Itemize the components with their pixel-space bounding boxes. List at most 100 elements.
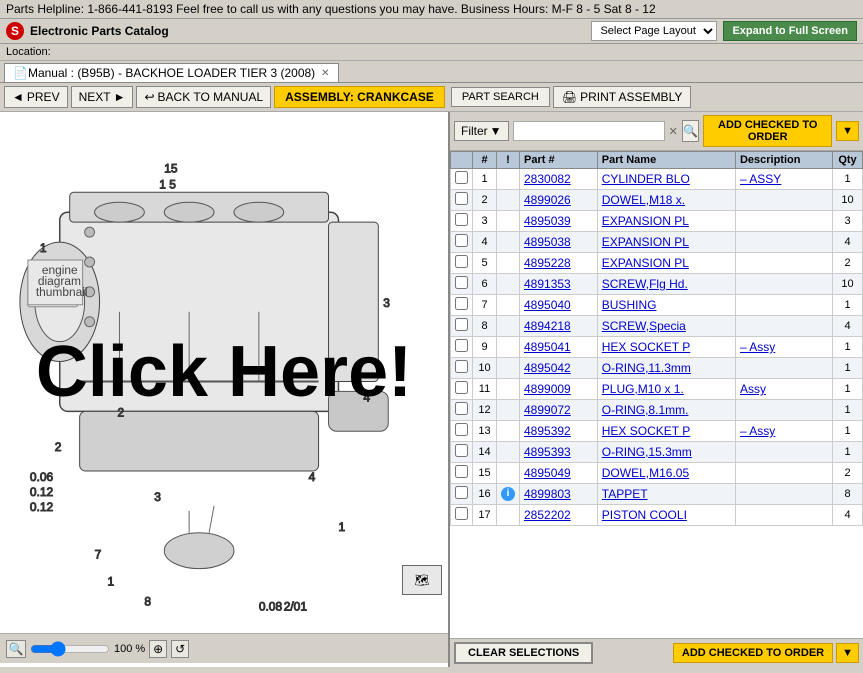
partnum-link[interactable]: 4895038 bbox=[524, 235, 571, 249]
partnum-link[interactable]: 4895393 bbox=[524, 445, 571, 459]
info-icon[interactable]: i bbox=[501, 487, 515, 501]
zoom-in-button[interactable]: ⊕ bbox=[149, 640, 167, 658]
partname-link[interactable]: DOWEL,M16.05 bbox=[602, 466, 689, 480]
row-checkbox-cell[interactable] bbox=[451, 190, 473, 211]
manual-tab[interactable]: 📄 Manual : (B95B) - BACKHOE LOADER TIER … bbox=[4, 63, 339, 82]
row-partnum[interactable]: 4895042 bbox=[520, 358, 598, 379]
row-desc[interactable]: – Assy bbox=[735, 421, 832, 442]
row-partnum[interactable]: 4895228 bbox=[520, 253, 598, 274]
row-desc[interactable]: – ASSY bbox=[735, 169, 832, 190]
partname-link[interactable]: PISTON COOLI bbox=[602, 508, 687, 522]
partname-link[interactable]: O-RING,15.3mm bbox=[602, 445, 692, 459]
partname-link[interactable]: EXPANSION PL bbox=[602, 256, 689, 270]
row-partname[interactable]: O-RING,11.3mm bbox=[597, 358, 735, 379]
partname-link[interactable]: CYLINDER BLO bbox=[602, 172, 690, 186]
row-partnum[interactable]: 4891353 bbox=[520, 274, 598, 295]
row-checkbox[interactable] bbox=[455, 381, 468, 394]
row-partnum[interactable]: 2830082 bbox=[520, 169, 598, 190]
row-partnum[interactable]: 4895049 bbox=[520, 463, 598, 484]
row-checkbox-cell[interactable] bbox=[451, 232, 473, 253]
row-partname[interactable]: SCREW,Specia bbox=[597, 316, 735, 337]
partname-link[interactable]: DOWEL,M18 x. bbox=[602, 193, 685, 207]
row-partname[interactable]: TAPPET bbox=[597, 484, 735, 505]
row-partnum[interactable]: 4899803 bbox=[520, 484, 598, 505]
clear-selections-button[interactable]: CLEAR SELECTIONS bbox=[454, 642, 593, 664]
row-checkbox-cell[interactable] bbox=[451, 253, 473, 274]
partnum-link[interactable]: 4895039 bbox=[524, 214, 571, 228]
partname-link[interactable]: HEX SOCKET P bbox=[602, 340, 690, 354]
row-partnum[interactable]: 4899009 bbox=[520, 379, 598, 400]
partnum-link[interactable]: 4895040 bbox=[524, 298, 571, 312]
row-partname[interactable]: HEX SOCKET P bbox=[597, 337, 735, 358]
partnum-link[interactable]: 4895042 bbox=[524, 361, 571, 375]
row-checkbox[interactable] bbox=[455, 255, 468, 268]
row-partname[interactable]: EXPANSION PL bbox=[597, 253, 735, 274]
row-checkbox[interactable] bbox=[455, 213, 468, 226]
row-partnum[interactable]: 4895040 bbox=[520, 295, 598, 316]
row-checkbox-cell[interactable] bbox=[451, 379, 473, 400]
expand-button[interactable]: Expand to Full Screen bbox=[723, 21, 857, 41]
row-checkbox-cell[interactable] bbox=[451, 442, 473, 463]
partnum-link[interactable]: 4895041 bbox=[524, 340, 571, 354]
next-button[interactable]: NEXT ► bbox=[71, 86, 134, 108]
partnum-link[interactable]: 2830082 bbox=[524, 172, 571, 186]
row-partname[interactable]: DOWEL,M16.05 bbox=[597, 463, 735, 484]
filter-input[interactable] bbox=[513, 121, 665, 141]
layout-select[interactable]: Select Page Layout bbox=[591, 21, 717, 41]
partnum-link[interactable]: 4895392 bbox=[524, 424, 571, 438]
row-checkbox-cell[interactable] bbox=[451, 358, 473, 379]
row-partnum[interactable]: 4895392 bbox=[520, 421, 598, 442]
part-desc-link[interactable]: Assy bbox=[740, 382, 766, 396]
zoom-reset-button[interactable]: ↺ bbox=[171, 640, 189, 658]
filter-button[interactable]: Filter ▼ bbox=[454, 121, 509, 141]
row-checkbox[interactable] bbox=[455, 360, 468, 373]
add-to-order-button[interactable]: ADD CHECKED TO ORDER bbox=[703, 115, 832, 147]
row-checkbox[interactable] bbox=[455, 318, 468, 331]
print-assembly-button[interactable]: 🖨 PRINT ASSEMBLY bbox=[553, 86, 692, 108]
zoom-out-button[interactable]: 🔍 bbox=[6, 640, 26, 658]
partname-link[interactable]: SCREW,Specia bbox=[602, 319, 686, 333]
row-desc[interactable]: – Assy bbox=[735, 337, 832, 358]
row-partname[interactable]: SCREW,Flg Hd. bbox=[597, 274, 735, 295]
partnum-link[interactable]: 4895049 bbox=[524, 466, 571, 480]
footer-add-to-order-dropdown[interactable]: ▼ bbox=[836, 643, 859, 663]
row-partname[interactable]: DOWEL,M18 x. bbox=[597, 190, 735, 211]
row-checkbox[interactable] bbox=[455, 276, 468, 289]
part-search-button[interactable]: PART SEARCH bbox=[451, 87, 550, 107]
partnum-link[interactable]: 4891353 bbox=[524, 277, 571, 291]
row-partnum[interactable]: 4895041 bbox=[520, 337, 598, 358]
prev-button[interactable]: ◄ PREV bbox=[4, 86, 68, 108]
partname-link[interactable]: HEX SOCKET P bbox=[602, 424, 690, 438]
row-checkbox-cell[interactable] bbox=[451, 484, 473, 505]
part-desc-link[interactable]: – ASSY bbox=[740, 172, 781, 186]
row-partname[interactable]: PLUG,M10 x 1. bbox=[597, 379, 735, 400]
row-partname[interactable]: EXPANSION PL bbox=[597, 232, 735, 253]
row-checkbox[interactable] bbox=[455, 297, 468, 310]
partname-link[interactable]: BUSHING bbox=[602, 298, 657, 312]
row-partnum[interactable]: 4899072 bbox=[520, 400, 598, 421]
row-checkbox-cell[interactable] bbox=[451, 463, 473, 484]
row-partnum[interactable]: 4895039 bbox=[520, 211, 598, 232]
row-partnum[interactable]: 4895393 bbox=[520, 442, 598, 463]
map-icon-button[interactable]: 🗺 bbox=[402, 565, 442, 595]
row-checkbox-cell[interactable] bbox=[451, 169, 473, 190]
row-checkbox[interactable] bbox=[455, 444, 468, 457]
partname-link[interactable]: EXPANSION PL bbox=[602, 235, 689, 249]
partnum-link[interactable]: 4899803 bbox=[524, 487, 571, 501]
row-partname[interactable]: O-RING,15.3mm bbox=[597, 442, 735, 463]
partname-link[interactable]: O-RING,8.1mm. bbox=[602, 403, 689, 417]
partnum-link[interactable]: 4899026 bbox=[524, 193, 571, 207]
row-partname[interactable]: CYLINDER BLO bbox=[597, 169, 735, 190]
filter-search-button[interactable]: 🔍 bbox=[682, 120, 700, 142]
partnum-link[interactable]: 4899009 bbox=[524, 382, 571, 396]
row-partnum[interactable]: 4899026 bbox=[520, 190, 598, 211]
row-checkbox-cell[interactable] bbox=[451, 400, 473, 421]
partname-link[interactable]: TAPPET bbox=[602, 487, 648, 501]
row-checkbox-cell[interactable] bbox=[451, 211, 473, 232]
row-checkbox[interactable] bbox=[455, 423, 468, 436]
row-desc[interactable]: Assy bbox=[735, 379, 832, 400]
row-checkbox[interactable] bbox=[455, 486, 468, 499]
row-checkbox[interactable] bbox=[455, 192, 468, 205]
partnum-link[interactable]: 4895228 bbox=[524, 256, 571, 270]
row-checkbox-cell[interactable] bbox=[451, 274, 473, 295]
